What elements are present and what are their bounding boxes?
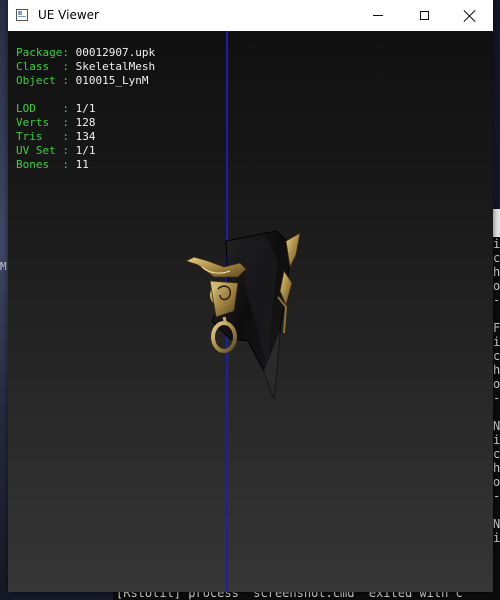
console-line: h <box>493 461 500 475</box>
info-value: 00012907.upk <box>75 46 156 59</box>
close-button[interactable] <box>447 0 493 31</box>
info-key: Tris : <box>16 130 69 143</box>
console-line: i <box>493 531 500 545</box>
info-row-package: Package: 00012907.upk <box>16 46 155 60</box>
console-line: h <box>493 363 500 377</box>
console-line: N <box>493 517 500 531</box>
close-icon <box>464 10 476 22</box>
minimize-icon <box>373 15 383 16</box>
console-line: c <box>493 251 500 265</box>
info-key: Class : <box>16 60 69 73</box>
console-line: - <box>493 293 500 307</box>
info-key: Package: <box>16 46 69 59</box>
console-line: c <box>493 447 500 461</box>
background-console-bottom: [RstUtil] process "screenshot.cmd" exite… <box>113 592 500 600</box>
console-line: i <box>493 335 500 349</box>
minimize-button[interactable] <box>355 0 401 31</box>
info-row-object: Object : 010015_LynM <box>16 74 155 88</box>
info-key: LOD : <box>16 102 69 115</box>
info-row-uvset: UV Set : 1/1 <box>16 144 155 158</box>
info-value: 010015_LynM <box>75 74 149 87</box>
info-value: 11 <box>75 158 89 171</box>
console-line: - <box>493 489 500 503</box>
info-key: Object : <box>16 74 69 87</box>
left-console-fragment: M <box>0 260 7 273</box>
mesh-info-panel: Package: 00012907.upk Class : SkeletalMe… <box>16 46 155 172</box>
info-value: SkeletalMesh <box>75 60 156 73</box>
info-row-bones: Bones : 11 <box>16 158 155 172</box>
3d-viewport[interactable]: Package: 00012907.upk Class : SkeletalMe… <box>8 31 493 592</box>
info-value: 134 <box>75 130 96 143</box>
info-value: 1/1 <box>75 144 96 157</box>
console-right-text: icho- Ficho- Nicho- Ni <box>493 237 500 545</box>
title-bar[interactable]: UE Viewer <box>8 0 493 31</box>
ue-viewer-window: UE Viewer Package: 00012907.upk Class : … <box>8 0 493 592</box>
info-key: UV Set : <box>16 144 69 157</box>
console-line: F <box>493 321 500 335</box>
console-line: i <box>493 237 500 251</box>
console-line: c <box>493 349 500 363</box>
console-line: h <box>493 265 500 279</box>
skeletal-mesh-model[interactable] <box>168 221 308 411</box>
console-scrollbar[interactable] <box>493 209 500 237</box>
console-line: o <box>493 377 500 391</box>
window-title: UE Viewer <box>38 8 99 22</box>
app-window-icon <box>16 9 28 21</box>
info-key: Verts : <box>16 116 69 129</box>
info-row-verts: Verts : 128 <box>16 116 155 130</box>
maximize-icon <box>419 11 429 20</box>
info-key: Bones : <box>16 158 69 171</box>
info-row-tris: Tris : 134 <box>16 130 155 144</box>
console-line: N <box>493 419 500 433</box>
console-line: o <box>493 279 500 293</box>
info-row-class: Class : SkeletalMesh <box>16 60 155 74</box>
info-value: 128 <box>75 116 96 129</box>
console-line: o <box>493 475 500 489</box>
maximize-button[interactable] <box>401 0 447 31</box>
info-value: 1/1 <box>75 102 96 115</box>
info-row-lod: LOD : 1/1 <box>16 102 155 116</box>
console-line: i <box>493 433 500 447</box>
console-line: - <box>493 391 500 405</box>
console-bottom-text: [RstUtil] process "screenshot.cmd" exite… <box>116 592 463 600</box>
